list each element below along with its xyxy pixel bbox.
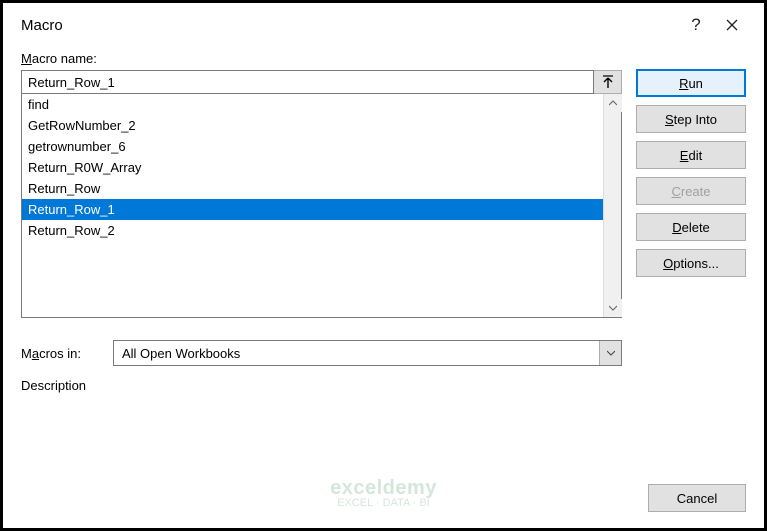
list-item[interactable]: Return_Row_2 <box>22 220 603 241</box>
up-arrow-icon <box>602 75 614 89</box>
close-icon <box>726 19 738 31</box>
scrollbar[interactable] <box>603 94 621 317</box>
options-button[interactable]: Options... <box>636 249 746 277</box>
scroll-up-icon[interactable] <box>604 94 622 112</box>
scroll-down-icon[interactable] <box>604 299 622 317</box>
goto-button[interactable] <box>594 70 622 94</box>
close-button[interactable] <box>714 11 750 39</box>
create-button: Create <box>636 177 746 205</box>
titlebar: Macro ? <box>3 3 764 45</box>
macro-name-row <box>21 70 622 94</box>
macros-in-label: Macros in: <box>21 346 105 361</box>
list-item[interactable]: GetRowNumber_2 <box>22 115 603 136</box>
list-item[interactable]: Return_Row <box>22 178 603 199</box>
delete-button[interactable]: Delete <box>636 213 746 241</box>
macros-in-select[interactable] <box>113 340 622 366</box>
macro-list-container: findGetRowNumber_2getrownumber_6Return_R… <box>21 94 622 318</box>
list-item[interactable]: Return_Row_1 <box>22 199 603 220</box>
macro-dialog: Macro ? Macro name: findGetRowNumber_2ge… <box>0 0 767 531</box>
list-item[interactable]: find <box>22 94 603 115</box>
macros-in-row: Macros in: <box>21 340 622 366</box>
left-pane: Macro name: findGetRowNumber_2getrownumb… <box>21 45 622 472</box>
list-item[interactable]: getrownumber_6 <box>22 136 603 157</box>
description-label: Description <box>21 378 622 393</box>
button-column: Run Step Into Edit Create Delete Options… <box>636 45 746 472</box>
dialog-title: Macro <box>21 17 678 34</box>
help-button[interactable]: ? <box>678 11 714 39</box>
macro-name-label: Macro name: <box>21 51 622 66</box>
macro-name-input[interactable] <box>21 70 594 94</box>
macros-in-select-wrap <box>113 340 622 366</box>
cancel-button[interactable]: Cancel <box>648 484 746 512</box>
macro-list[interactable]: findGetRowNumber_2getrownumber_6Return_R… <box>22 94 603 317</box>
step-into-button[interactable]: Step Into <box>636 105 746 133</box>
dialog-body: Macro name: findGetRowNumber_2getrownumb… <box>3 45 764 484</box>
edit-button[interactable]: Edit <box>636 141 746 169</box>
run-button[interactable]: Run <box>636 69 746 97</box>
list-item[interactable]: Return_R0W_Array <box>22 157 603 178</box>
dialog-footer: Cancel <box>3 484 764 528</box>
